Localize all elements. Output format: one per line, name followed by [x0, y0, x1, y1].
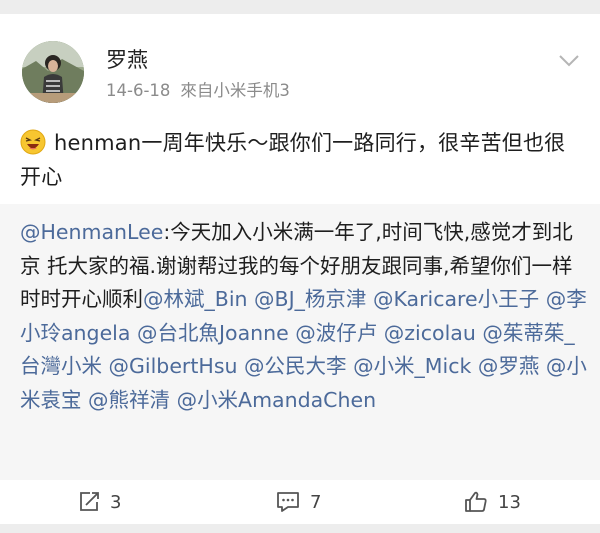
chevron-down-icon[interactable]: [558, 54, 580, 68]
mention-link[interactable]: @小米_Mick: [353, 354, 471, 378]
weibo-post-card: 罗燕 14-6-18 來自小米手机3 henman一周年快乐～跟你们一路同行，很辛…: [0, 14, 600, 524]
action-bar: 3 7 13: [0, 480, 600, 524]
mention-link[interactable]: @BJ_杨京津: [254, 287, 366, 311]
post-body-text: henman一周年快乐～跟你们一路同行，很辛苦但也很开心: [20, 131, 566, 189]
post-text: henman一周年快乐～跟你们一路同行，很辛苦但也很开心: [20, 126, 582, 194]
mention-link[interactable]: @罗燕: [478, 354, 540, 378]
avatar[interactable]: [22, 41, 84, 103]
comment-count: 7: [310, 491, 322, 513]
mention-link[interactable]: @GilbertHsu: [109, 354, 238, 378]
mention-link[interactable]: @波仔卢: [295, 321, 377, 345]
mention-link[interactable]: @台北魚Joanne: [137, 321, 289, 345]
comment-button[interactable]: 7: [276, 480, 321, 524]
mention-link[interactable]: @公民大李: [244, 354, 347, 378]
mention-link[interactable]: @熊祥清: [88, 388, 170, 412]
mention-link[interactable]: @林斌_Bin: [143, 287, 248, 311]
post-meta: 14-6-18 來自小米手机3: [106, 81, 290, 101]
repost-count: 3: [110, 491, 122, 513]
laughing-face-icon: [20, 129, 46, 155]
repost-icon: [80, 492, 99, 511]
avatar-photo: [22, 41, 84, 103]
thumbs-up-icon: [465, 491, 487, 512]
mention-link[interactable]: @zicolau: [384, 321, 476, 345]
reposted-text: @HenmanLee:今天加入小米满一年了,时间飞快,感觉才到北京 托大家的福.…: [20, 216, 588, 417]
like-button[interactable]: 13: [464, 480, 521, 524]
top-separator: [0, 0, 600, 14]
like-count: 13: [498, 491, 521, 513]
post-date: 14-6-18: [106, 81, 171, 100]
mention-link[interactable]: @小米AmandaChen: [177, 388, 377, 412]
username[interactable]: 罗燕: [106, 48, 148, 72]
reposted-content[interactable]: @HenmanLee:今天加入小米满一年了,时间飞快,感觉才到北京 托大家的福.…: [0, 204, 600, 480]
post-source: 來自小米手机3: [180, 81, 290, 100]
mention-link[interactable]: @Karicare小王子: [373, 287, 539, 311]
comment-icon: [277, 492, 299, 512]
mention-link[interactable]: @HenmanLee: [20, 220, 163, 244]
repost-button[interactable]: 3: [78, 480, 121, 524]
